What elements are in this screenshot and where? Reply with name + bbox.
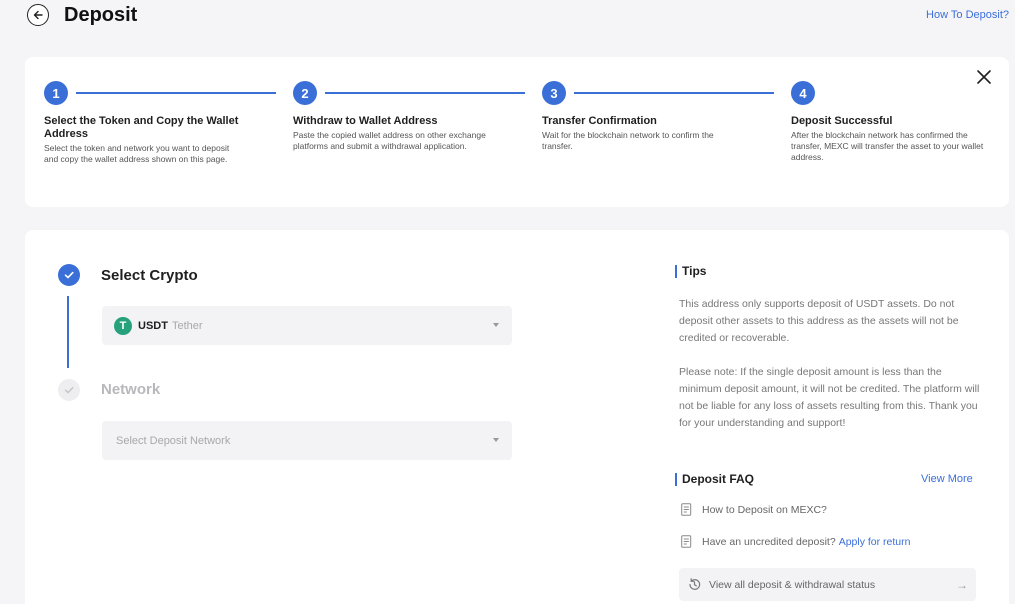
step-4: 4 Deposit Successful After the blockchai… — [791, 81, 1001, 163]
tip-paragraph: This address only supports deposit of US… — [679, 298, 959, 344]
caret-down-icon — [493, 438, 499, 442]
step-2: 2 Withdraw to Wallet Address Paste the c… — [293, 81, 525, 152]
step-title: Transfer Confirmation — [542, 115, 657, 127]
network-step-check — [58, 379, 80, 401]
crypto-select[interactable]: T USDT Tether — [102, 306, 512, 345]
document-icon — [681, 535, 692, 548]
deposit-form-card: Select Crypto T USDT Tether Network Sele… — [25, 230, 1009, 604]
tether-logo-icon: T — [114, 316, 132, 335]
how-to-deposit-link[interactable]: How To Deposit? — [926, 9, 1009, 21]
back-button[interactable] — [27, 4, 49, 26]
check-icon — [64, 271, 74, 279]
faq-item[interactable]: Have an uncredited deposit? Apply for re… — [681, 535, 910, 548]
arrow-left-icon — [33, 10, 43, 20]
step-description: Select the token and network you want to… — [44, 143, 230, 164]
crypto-name: Tether — [171, 319, 203, 332]
arrow-right-icon: → — [956, 578, 968, 592]
step-description: Wait for the blockchain network to confi… — [542, 130, 714, 151]
status-link-text: View all deposit & withdrawal status — [709, 578, 876, 591]
step-title: Withdraw to Wallet Address — [293, 115, 438, 127]
network-title: Network — [101, 381, 161, 398]
faq-item-text: How to Deposit on MEXC? — [702, 503, 827, 516]
step-number: 1 — [44, 81, 68, 105]
select-crypto-title: Select Crypto — [101, 267, 198, 284]
view-more-link[interactable]: View More — [921, 473, 973, 485]
progress-line — [67, 296, 69, 368]
history-icon — [689, 578, 701, 590]
crypto-symbol: USDT — [138, 319, 168, 332]
check-icon — [64, 386, 74, 394]
step-3: 3 Transfer Confirmation Wait for the blo… — [542, 81, 774, 152]
tips-title: Tips — [675, 265, 706, 278]
page-header: Deposit How To Deposit? — [0, 0, 1015, 34]
tip-paragraph: Please note: If the single deposit amoun… — [679, 366, 980, 429]
faq-title: Deposit FAQ — [675, 473, 754, 486]
caret-down-icon — [493, 323, 499, 327]
step-description: Paste the copied wallet address on other… — [293, 130, 486, 151]
deposit-withdrawal-status-button[interactable]: View all deposit & withdrawal status → — [679, 568, 976, 601]
deposit-steps-card: 1 Select the Token and Copy the Wallet A… — [25, 57, 1009, 207]
network-select[interactable]: Select Deposit Network — [102, 421, 512, 460]
document-icon — [681, 503, 692, 516]
step-title: Select the Token and Copy the Wallet Add… — [44, 115, 239, 140]
step-number: 2 — [293, 81, 317, 105]
step-description: After the blockchain network has confirm… — [791, 130, 984, 162]
step-number: 3 — [542, 81, 566, 105]
step-connector — [574, 92, 774, 94]
faq-item-text: Have an uncredited deposit? — [702, 535, 836, 548]
network-placeholder: Select Deposit Network — [116, 434, 231, 447]
crypto-step-check — [58, 264, 80, 286]
faq-item[interactable]: How to Deposit on MEXC? — [681, 503, 827, 516]
page-title: Deposit — [64, 4, 138, 26]
apply-for-return-link[interactable]: Apply for return — [839, 536, 911, 548]
step-connector — [325, 92, 525, 94]
step-title: Deposit Successful — [791, 115, 893, 127]
step-number: 4 — [791, 81, 815, 105]
step-1: 1 Select the Token and Copy the Wallet A… — [44, 81, 276, 165]
step-connector — [76, 92, 276, 94]
